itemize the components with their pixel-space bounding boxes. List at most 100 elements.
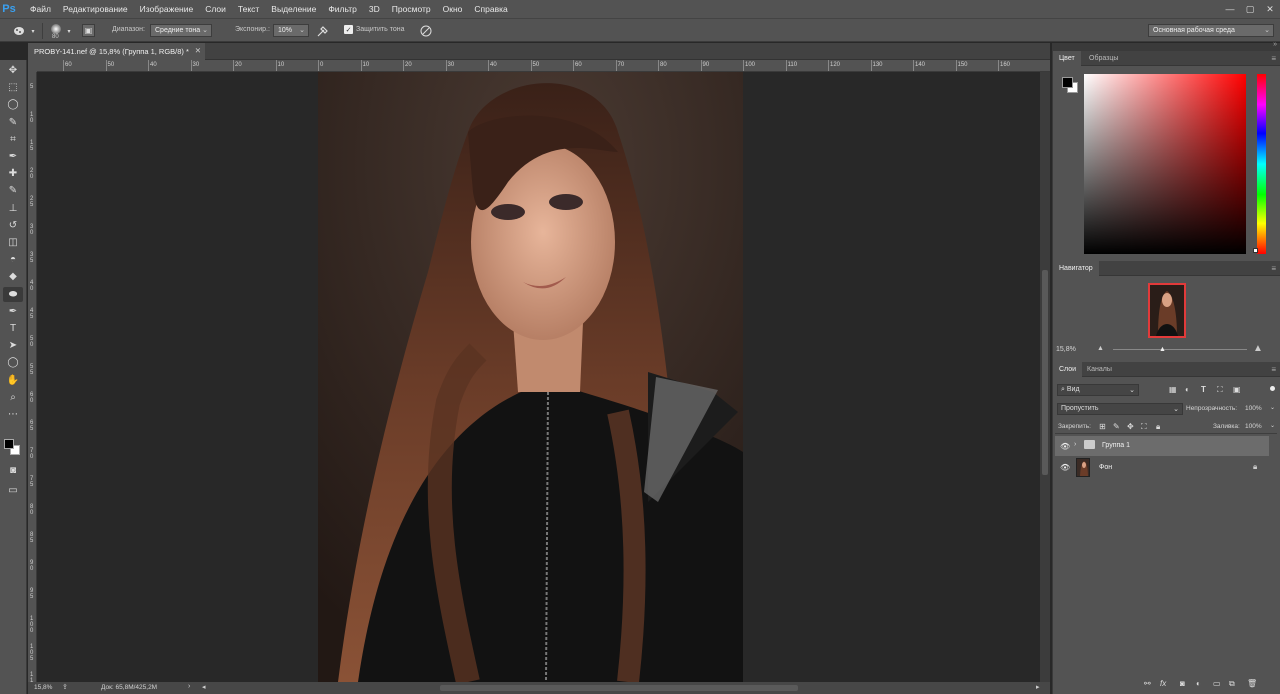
tab-color[interactable]: Цвет [1053, 51, 1081, 66]
menu-item-1[interactable]: Редактирование [57, 0, 134, 18]
zoom-level[interactable]: 15,8% [34, 684, 52, 691]
panel-menu-icon[interactable]: ≡ [1271, 54, 1276, 63]
canvas-area[interactable] [37, 72, 1040, 682]
panel-menu-icon[interactable]: ≡ [1271, 264, 1276, 273]
navigator-zoom-value[interactable]: 15,8% [1056, 346, 1076, 353]
portrait-photo[interactable] [318, 72, 743, 682]
fx-icon[interactable]: fx [1160, 679, 1166, 688]
menu-item-8[interactable]: Просмотр [386, 0, 437, 18]
protect-tones-checkbox[interactable]: ✓ [344, 25, 353, 34]
navigator-slider-handle[interactable]: ▲ [1159, 346, 1166, 353]
paint-bucket-tool-icon[interactable]: ◓ [3, 252, 23, 267]
blend-mode-select[interactable]: Пропустить ⌄ [1057, 403, 1183, 415]
history-brush-tool-icon[interactable]: ↺ [3, 218, 23, 233]
add-mask-icon[interactable]: ◙ [1180, 679, 1185, 688]
filter-smart-object-icon[interactable]: ▣ [1233, 385, 1241, 394]
hue-slider-handle[interactable] [1253, 248, 1258, 253]
screen-mode-icon[interactable]: ▭ [3, 483, 23, 498]
chevron-down-icon[interactable]: ▾ [29, 26, 37, 36]
chevron-right-icon[interactable]: › [1074, 441, 1076, 448]
layer-row-background[interactable]: 👁︎ Фон 🔒︎ [1055, 456, 1269, 478]
minimize-icon[interactable]: — [1220, 0, 1240, 18]
filter-type-icon[interactable]: T [1201, 385, 1206, 394]
vertical-scroll-thumb[interactable] [1042, 270, 1048, 475]
opacity-value[interactable]: 100% [1245, 405, 1262, 412]
fill-value[interactable]: 100% [1245, 423, 1262, 430]
tab-channels[interactable]: Каналы [1081, 362, 1118, 377]
ellipse-tool-icon[interactable]: ◯ [3, 355, 23, 370]
marquee-tool-icon[interactable]: ⬚ [3, 80, 23, 95]
brush-panel-toggle-icon[interactable]: ▣ [82, 24, 95, 37]
zoom-tool-icon[interactable]: ⌕ [3, 390, 23, 405]
eraser-tool-icon[interactable]: ◫ [3, 235, 23, 250]
lock-image-icon[interactable]: ✎ [1113, 422, 1120, 431]
menu-item-7[interactable]: 3D [363, 0, 386, 18]
layer-filter-select[interactable]: ⌕ Вид ⌄ [1057, 384, 1139, 396]
path-select-tool-icon[interactable]: ➤ [3, 338, 23, 353]
filter-adjustment-icon[interactable]: ◐ [1185, 385, 1190, 394]
blur-tool-icon[interactable]: ◆ [3, 269, 23, 284]
horizontal-scroll-thumb[interactable] [440, 685, 798, 691]
foreground-color-icon[interactable] [4, 439, 14, 449]
filter-pixel-icon[interactable]: ▦ [1169, 385, 1177, 394]
navigator-thumbnail[interactable] [1148, 283, 1186, 338]
eye-icon[interactable]: 👁︎ [1060, 442, 1070, 451]
maximize-icon[interactable]: ▢ [1240, 0, 1260, 18]
color-picker-field[interactable] [1084, 74, 1246, 254]
filter-shape-icon[interactable]: ⛶ [1217, 385, 1223, 395]
move-tool-icon[interactable]: ✥ [3, 63, 23, 78]
zoom-in-icon[interactable]: ▲ [1253, 343, 1263, 354]
tab-layers[interactable]: Слои [1053, 362, 1083, 377]
document-tab[interactable]: PROBY-141.nef @ 15,8% (Группа 1, RGB/8) … [28, 43, 205, 60]
lasso-tool-icon[interactable]: ◯ [3, 97, 23, 112]
status-menu-icon[interactable]: › [188, 683, 190, 690]
zoom-out-icon[interactable]: ▲ [1097, 345, 1104, 352]
exposure-input[interactable]: 10% ⌄ [273, 24, 309, 37]
lock-all-icon[interactable]: 🔒︎ [1156, 422, 1160, 432]
tab-swatches[interactable]: Образцы [1083, 51, 1124, 66]
close-tab-icon[interactable]: ✕ [195, 46, 201, 55]
menu-item-9[interactable]: Окно [437, 0, 469, 18]
close-icon[interactable]: ✕ [1260, 0, 1280, 18]
lock-artboard-icon[interactable]: ⛶ [1141, 422, 1147, 432]
tab-navigator[interactable]: Навигатор [1053, 261, 1099, 276]
layer-name[interactable]: Фон [1099, 464, 1112, 471]
quick-mask-icon[interactable]: ◙ [3, 463, 23, 478]
horizontal-ruler[interactable]: 60 50 40 30 20 10 0 10 20 30 40 50 60 70 80 90 100 110 120… [37, 60, 1050, 72]
layer-row-group[interactable]: 👁︎ › Группа 1 [1055, 436, 1269, 456]
trash-icon[interactable]: 🗑︎ [1247, 679, 1257, 688]
menu-item-6[interactable]: Фильтр [322, 0, 363, 18]
vertical-scrollbar[interactable] [1040, 72, 1050, 682]
ruler-origin[interactable] [28, 60, 37, 72]
navigator-zoom-slider[interactable] [1113, 349, 1247, 350]
hand-tool-icon[interactable]: ✋ [3, 373, 23, 388]
menu-item-4[interactable]: Текст [232, 0, 265, 18]
scroll-left-icon[interactable]: ◂ [202, 683, 206, 691]
hue-slider[interactable] [1257, 74, 1266, 254]
eye-icon[interactable]: 👁︎ [1060, 463, 1070, 472]
dock-header[interactable]: » [1053, 41, 1280, 51]
workspace-select[interactable]: Основная рабочая среда ⌄ [1148, 24, 1274, 37]
link-layers-icon[interactable]: ⚯ [1144, 679, 1151, 688]
sponge-tool-icon[interactable]: ⬬ [3, 286, 23, 302]
export-icon[interactable]: ⇪ [62, 683, 68, 691]
crop-tool-icon[interactable]: ⌗ [3, 132, 23, 147]
healing-brush-tool-icon[interactable]: ✚ [3, 166, 23, 181]
pen-tool-icon[interactable]: ✒ [3, 304, 23, 319]
menu-item-3[interactable]: Слои [199, 0, 232, 18]
scroll-right-icon[interactable]: ▸ [1036, 683, 1040, 691]
brush-tool-icon[interactable]: ✎ [3, 183, 23, 198]
range-select[interactable]: Средние тона ⌄ [150, 24, 212, 37]
chevron-down-icon[interactable]: ▾ [65, 26, 73, 36]
menu-item-0[interactable]: Файл [24, 0, 57, 18]
new-group-icon[interactable]: ▭ [1213, 679, 1221, 688]
menu-item-2[interactable]: Изображение [134, 0, 200, 18]
quick-select-tool-icon[interactable]: ✎ [3, 115, 23, 130]
eyedropper-tool-icon[interactable]: ✒ [3, 149, 23, 164]
pressure-size-icon[interactable] [419, 24, 433, 38]
type-tool-icon[interactable]: T [3, 321, 23, 336]
panel-menu-icon[interactable]: ≡ [1271, 365, 1276, 374]
collapse-panels-icon[interactable]: » [1273, 41, 1277, 48]
more-tools-icon[interactable]: ⋯ [3, 407, 23, 422]
lock-transparency-icon[interactable]: ⊞ [1099, 422, 1106, 431]
